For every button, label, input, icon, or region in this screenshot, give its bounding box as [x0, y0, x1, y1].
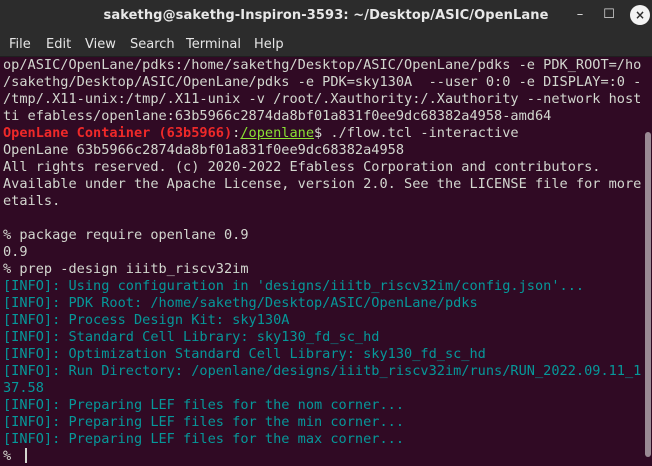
terminal-line: Available under the Apache License, vers…	[0, 176, 642, 193]
terminal-window: sakethg@sakethg-Inspiron-3593: ~/Desktop…	[0, 0, 652, 466]
terminal-line: [INFO]: Process Design Kit: sky130A	[0, 312, 642, 329]
line-text: All rights reserved. (c) 2020-2022 Efabl…	[3, 159, 601, 175]
terminal-line: [INFO]: Run Directory: /openlane/designs…	[0, 363, 642, 380]
terminal-line: [INFO]: PDK Root: /home/sakethg/Desktop/…	[0, 295, 642, 312]
terminal-line: [INFO]: Preparing LEF files for the nom …	[0, 397, 642, 414]
menu-terminal[interactable]: Terminal	[186, 37, 241, 52]
info-text: [INFO]: Standard Cell Library: sky130_fd…	[3, 329, 380, 345]
info-text: [INFO]: Run Directory: /openlane/designs…	[3, 363, 642, 379]
line-text: ti efabless/openlane:63b5966c2874da8bf01…	[3, 108, 552, 124]
prompt-container-name: OpenLane Container (63b5966)	[3, 125, 233, 141]
minimize-icon[interactable]: –	[570, 5, 590, 25]
terminal-line: 0.9	[0, 244, 642, 261]
info-text: [INFO]: Process Design Kit: sky130A	[3, 312, 290, 328]
menu-help[interactable]: Help	[254, 37, 284, 52]
menu-bar: File Edit View Search Terminal Help	[0, 31, 652, 57]
maximize-icon[interactable]: ☐	[599, 5, 619, 25]
info-text: [INFO]: Preparing LEF files for the max …	[3, 431, 405, 447]
line-text: op/ASIC/OpenLane/pdks:/home/sakethg/Desk…	[3, 57, 642, 73]
terminal-line: All rights reserved. (c) 2020-2022 Efabl…	[0, 159, 642, 176]
scrollbar-thumb[interactable]	[645, 132, 651, 457]
terminal-line: OpenLane Container (63b5966):/openlane$ …	[0, 125, 642, 142]
terminal-line: [INFO]: Optimization Standard Cell Libra…	[0, 346, 642, 363]
info-text: [INFO]: Optimization Standard Cell Libra…	[3, 346, 486, 362]
info-text: 37.58	[3, 380, 44, 396]
terminal-line: % prep -design iiitb_riscv32im	[0, 261, 642, 278]
terminal-line: ti efabless/openlane:63b5966c2874da8bf01…	[0, 108, 642, 125]
title-bar[interactable]: sakethg@sakethg-Inspiron-3593: ~/Desktop…	[0, 0, 652, 31]
terminal-line: %	[0, 448, 642, 465]
terminal-line: [INFO]: Using configuration in 'designs/…	[0, 278, 642, 295]
menu-file[interactable]: File	[9, 37, 31, 52]
terminal-line: etails.	[0, 193, 642, 210]
terminal-line: 37.58	[0, 380, 642, 397]
line-text: %	[3, 448, 20, 464]
line-text: etails.	[3, 193, 61, 209]
terminal-line: [INFO]: Preparing LEF files for the min …	[0, 414, 642, 431]
line-text: 0.9	[3, 244, 28, 260]
terminal-line: OpenLane 63b5966c2874da8bf01a831f0ee9dc6…	[0, 142, 642, 159]
line-text: % prep -design iiitb_riscv32im	[3, 261, 249, 277]
info-text: [INFO]: Using configuration in 'designs/…	[3, 278, 585, 294]
info-text: [INFO]: PDK Root: /home/sakethg/Desktop/…	[3, 295, 478, 311]
prompt-command: $ ./flow.tcl -interactive	[314, 125, 519, 141]
prompt-path: /openlane	[240, 125, 315, 141]
terminal-line: % package require openlane 0.9	[0, 227, 642, 244]
terminal-line: [INFO]: Standard Cell Library: sky130_fd…	[0, 329, 642, 346]
line-text: /sakethg/Desktop/ASIC/OpenLane/pdks -e P…	[3, 74, 642, 90]
terminal-line: op/ASIC/OpenLane/pdks:/home/sakethg/Desk…	[0, 57, 642, 74]
menu-view[interactable]: View	[85, 37, 116, 52]
line-text: /tmp/.X11-unix:/tmp/.X11-unix -v /root/.…	[3, 91, 642, 107]
text-cursor	[25, 448, 28, 463]
close-icon[interactable]: ×	[630, 5, 650, 25]
window-title: sakethg@sakethg-Inspiron-3593: ~/Desktop…	[103, 8, 549, 23]
terminal-line: [INFO]: Preparing LEF files for the max …	[0, 431, 642, 448]
info-text: [INFO]: Preparing LEF files for the nom …	[3, 397, 405, 413]
menu-edit[interactable]: Edit	[46, 37, 71, 52]
info-text: [INFO]: Preparing LEF files for the min …	[3, 414, 405, 430]
line-text: OpenLane 63b5966c2874da8bf01a831f0ee9dc6…	[3, 142, 405, 158]
line-text: % package require openlane 0.9	[3, 227, 249, 243]
terminal-line: /sakethg/Desktop/ASIC/OpenLane/pdks -e P…	[0, 74, 642, 91]
line-text: Available under the Apache License, vers…	[3, 176, 642, 192]
scrollbar[interactable]	[642, 57, 652, 466]
terminal-line: /tmp/.X11-unix:/tmp/.X11-unix -v /root/.…	[0, 91, 642, 108]
terminal-output[interactable]: op/ASIC/OpenLane/pdks:/home/sakethg/Desk…	[0, 57, 642, 466]
menu-search[interactable]: Search	[130, 37, 175, 52]
